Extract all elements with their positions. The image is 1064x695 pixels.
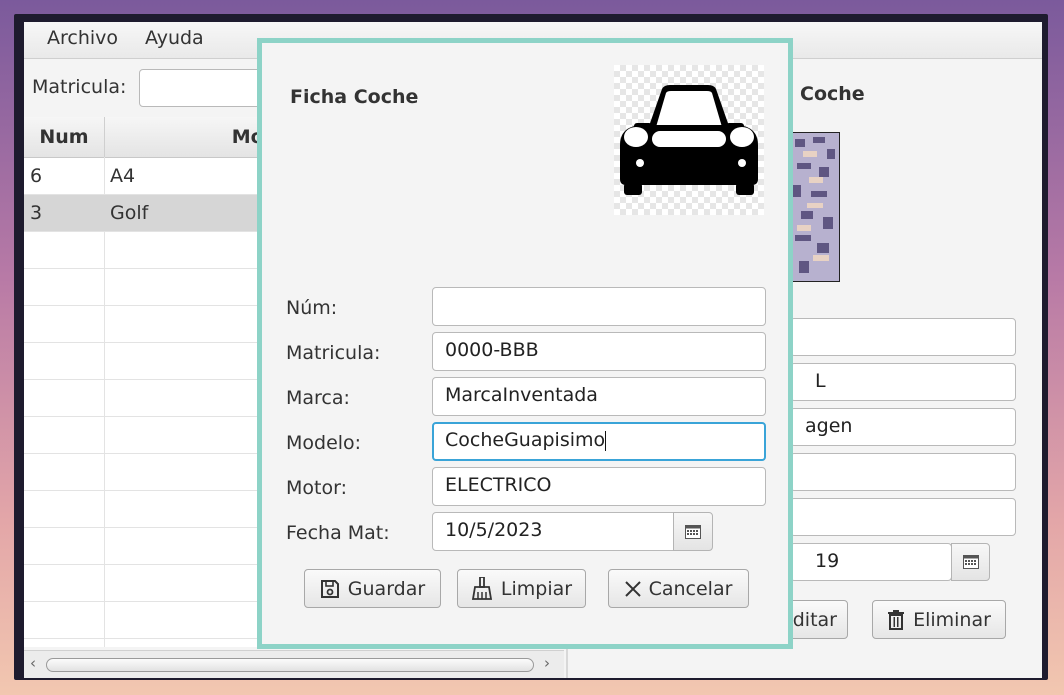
plate-label: Matricula: xyxy=(286,342,381,364)
detail-field-5[interactable] xyxy=(790,498,1016,536)
horizontal-scrollbar[interactable]: ‹ › xyxy=(24,650,564,678)
cancel-button-label: Cancelar xyxy=(648,577,733,600)
car-front-icon xyxy=(620,85,758,195)
cell-model: Golf xyxy=(110,202,149,224)
detail-date-field[interactable]: 19 xyxy=(790,543,952,581)
detail-field-4[interactable] xyxy=(790,453,1016,491)
search-label: Matricula: xyxy=(32,76,127,98)
scroll-right-arrow-icon[interactable]: › xyxy=(544,654,550,672)
cell-num: 6 xyxy=(30,165,43,187)
num-label: Núm: xyxy=(286,297,338,319)
delete-button[interactable]: Eliminar xyxy=(872,600,1006,639)
car-image xyxy=(614,65,764,215)
calendar-icon xyxy=(962,555,979,569)
clear-button-label: Limpiar xyxy=(500,577,573,600)
date-field[interactable]: 10/5/2023 xyxy=(432,512,674,551)
text-caret xyxy=(605,430,607,451)
model-field[interactable]: CocheGuapisimo xyxy=(432,422,766,461)
car-form-dialog: Ficha Coche Núm: Matricula: 0000-BBB Mar… xyxy=(257,38,793,649)
menu-archivo[interactable]: Archivo xyxy=(47,27,118,49)
cell-num: 3 xyxy=(30,202,43,224)
plate-field[interactable]: 0000-BBB xyxy=(432,332,766,371)
engine-label: Motor: xyxy=(286,477,347,499)
date-label: Fecha Mat: xyxy=(286,522,390,544)
car-photo xyxy=(790,132,840,282)
num-field[interactable] xyxy=(432,287,766,326)
save-button[interactable]: Guardar xyxy=(304,569,441,608)
floppy-disk-icon xyxy=(320,579,339,598)
dialog-title: Ficha Coche xyxy=(290,86,419,108)
detail-title: Coche xyxy=(800,83,865,105)
brand-label: Marca: xyxy=(286,387,350,409)
model-label: Modelo: xyxy=(286,432,362,454)
brand-field[interactable]: MarcaInventada xyxy=(432,377,766,416)
delete-button-label: Eliminar xyxy=(913,608,991,631)
broom-icon xyxy=(471,576,492,600)
menu-ayuda[interactable]: Ayuda xyxy=(145,27,204,49)
cell-model: A4 xyxy=(110,165,136,187)
detail-field-3[interactable]: agen xyxy=(790,408,1016,446)
scrollbar-thumb[interactable] xyxy=(46,658,534,672)
cancel-button[interactable]: Cancelar xyxy=(608,569,749,608)
save-button-label: Guardar xyxy=(347,577,426,600)
column-header-num[interactable]: Num xyxy=(24,117,105,157)
detail-field-2[interactable]: L xyxy=(790,363,1016,401)
date-picker-button[interactable] xyxy=(673,512,713,551)
clear-button[interactable]: Limpiar xyxy=(457,569,586,608)
model-field-value: CocheGuapisimo xyxy=(445,429,606,451)
close-icon xyxy=(624,580,641,597)
calendar-icon xyxy=(685,524,701,539)
trash-icon xyxy=(888,609,905,630)
detail-field-1[interactable] xyxy=(790,318,1016,356)
engine-field[interactable]: ELECTRICO xyxy=(432,467,766,506)
detail-calendar-button[interactable] xyxy=(951,543,990,581)
scroll-left-arrow-icon[interactable]: ‹ xyxy=(30,654,36,672)
